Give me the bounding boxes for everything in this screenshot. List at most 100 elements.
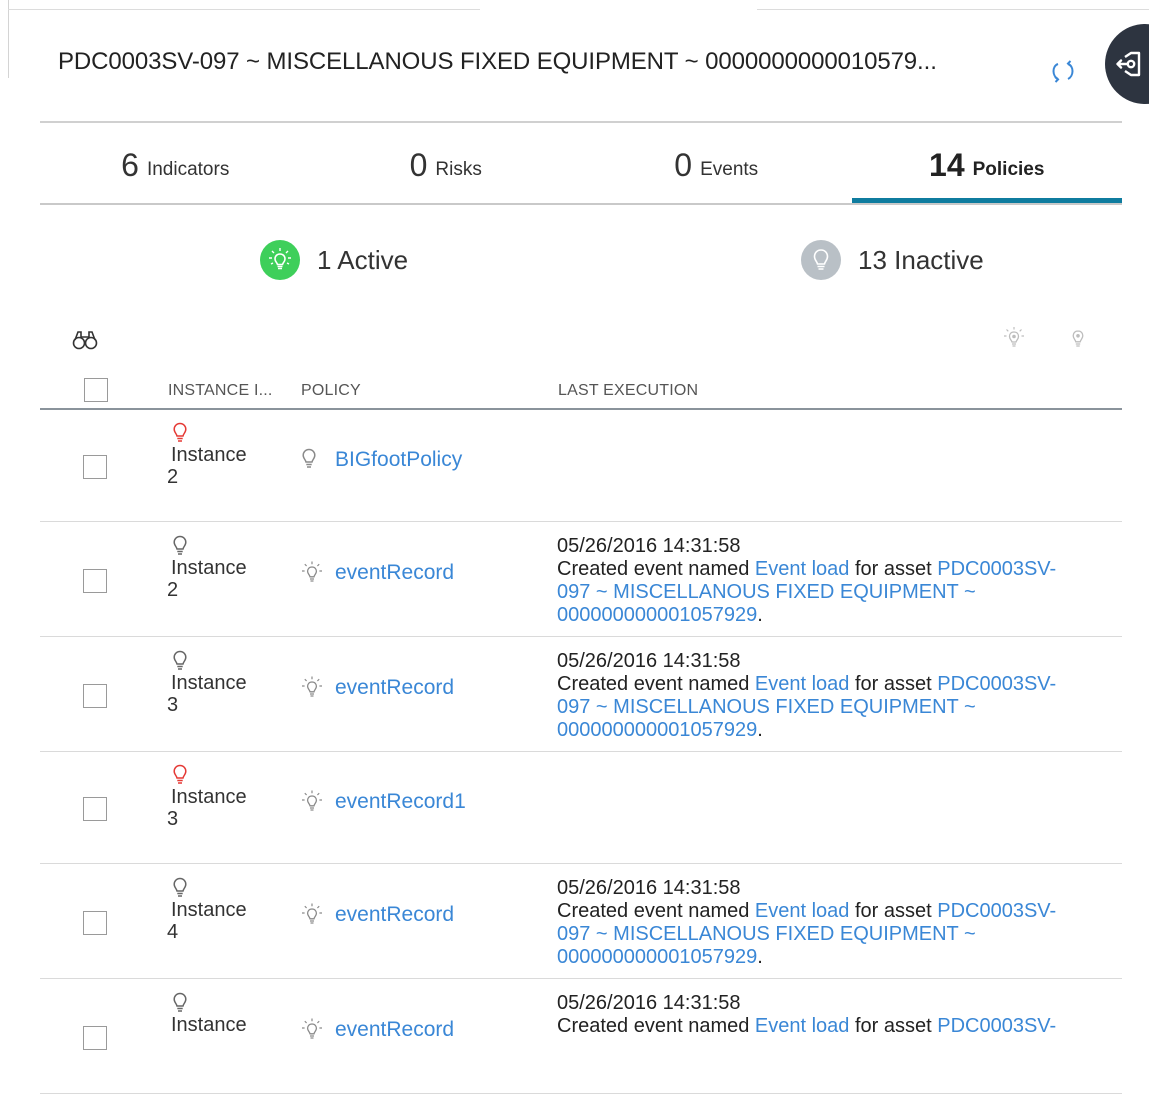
instance-label: Instance: [171, 899, 247, 921]
asset-link[interactable]: 097 ~ MISCELLANOUS FIXED EQUIPMENT ~: [557, 923, 976, 945]
instance-number: 3: [167, 694, 179, 716]
table-row[interactable]: Instance 3 eventRecord 05/26/2016 14:31:58 C…: [40, 637, 1122, 752]
policy-link[interactable]: BIGfootPolicy: [335, 448, 462, 472]
execution-message: Created event named Event load for asset…: [557, 558, 1105, 627]
instance-label: Instance: [171, 444, 247, 466]
row-checkbox[interactable]: [83, 569, 107, 593]
instance-label: Instance: [171, 786, 247, 808]
instance-number: 2: [167, 466, 179, 488]
tab-indicators[interactable]: 6 Indicators: [40, 123, 311, 205]
asset-link[interactable]: 097 ~ MISCELLANOUS FIXED EQUIPMENT ~: [557, 581, 976, 603]
policy-link[interactable]: eventRecord: [335, 561, 454, 585]
bulb-red-icon: [172, 764, 247, 786]
table-row[interactable]: Instance 4 eventRecord 05/26/2016 14:31:58 C…: [40, 864, 1122, 979]
asset-link[interactable]: 000000000001057929: [557, 946, 757, 968]
table-row[interactable]: Instance 2 eventRecord 05/26/2016 14:31:58 C…: [40, 522, 1122, 637]
message-text: for asset: [849, 900, 938, 922]
active-policies-filter[interactable]: 1 Active: [260, 240, 408, 280]
tab-risks[interactable]: 0 Risks: [311, 123, 582, 205]
page-title: PDC0003SV-097 ~ MISCELLANOUS FIXED EQUIP…: [58, 48, 937, 75]
bulb-lit-icon: [301, 790, 323, 814]
instance-cell: Instance 3: [167, 650, 247, 716]
asset-link[interactable]: PDC0003SV-: [937, 900, 1056, 922]
tab-count: 6: [121, 147, 139, 183]
table-header: INSTANCE I... POLICY LAST EXECUTION: [40, 372, 1122, 410]
asset-link[interactable]: PDC0003SV-: [937, 1015, 1056, 1037]
last-execution-cell: 05/26/2016 14:31:58 Created event named E…: [557, 992, 1105, 1038]
column-header-policy[interactable]: POLICY: [301, 382, 361, 400]
last-execution-cell: 05/26/2016 14:31:58 Created event named E…: [557, 535, 1105, 627]
message-text: for asset: [849, 558, 938, 580]
inactive-count-label: 13 Inactive: [858, 244, 984, 275]
tab-count: 0: [409, 147, 428, 183]
instance-cell: Instance 4: [167, 877, 247, 943]
policy-cell: eventRecord: [301, 676, 454, 700]
row-checkbox[interactable]: [83, 455, 107, 479]
row-checkbox[interactable]: [83, 684, 107, 708]
bulb-lit-icon: [301, 903, 323, 927]
refresh-icon[interactable]: [1049, 60, 1077, 84]
execution-message: Created event named Event load for asset…: [557, 900, 1105, 969]
message-text: Created event named: [557, 558, 755, 580]
binoculars-icon[interactable]: [72, 329, 98, 356]
inactive-policies-filter[interactable]: 13 Inactive: [801, 240, 984, 280]
active-bulb-icon: [260, 240, 300, 280]
row-checkbox[interactable]: [83, 911, 107, 935]
exit-panel-button[interactable]: [1105, 24, 1149, 104]
asset-link[interactable]: PDC0003SV-: [937, 673, 1056, 695]
tab-label: Risks: [435, 159, 482, 180]
table-row[interactable]: Instance eventRecord 05/26/2016 14:31:58 Cr…: [40, 979, 1122, 1094]
asset-link[interactable]: PDC0003SV-: [937, 558, 1056, 580]
execution-timestamp: 05/26/2016 14:31:58: [557, 650, 741, 672]
row-checkbox[interactable]: [83, 797, 107, 821]
execution-message: Created event named Event load for asset…: [557, 673, 1105, 742]
message-text: Created event named: [557, 673, 755, 695]
instance-cell: Instance 2: [167, 422, 247, 488]
execution-timestamp: 05/26/2016 14:31:58: [557, 877, 741, 899]
event-link[interactable]: Event load: [755, 1015, 850, 1037]
tabs-divider: [40, 203, 1122, 205]
tab-label: Events: [700, 159, 759, 180]
bulb-grey-icon: [172, 992, 247, 1014]
instance-label: Instance: [171, 1014, 247, 1036]
event-link[interactable]: Event load: [755, 558, 850, 580]
deactivate-policy-icon[interactable]: [1068, 326, 1088, 357]
message-text: for asset: [849, 1015, 938, 1037]
bulb-grey-icon: [172, 535, 247, 557]
policy-cell: eventRecord: [301, 903, 454, 927]
policy-link[interactable]: eventRecord1: [335, 790, 466, 814]
inactive-bulb-icon: [801, 240, 841, 280]
instance-label: Instance: [171, 557, 247, 579]
row-checkbox[interactable]: [83, 1026, 107, 1050]
active-count-label: 1 Active: [317, 244, 409, 275]
asset-link[interactable]: 000000000001057929: [557, 604, 757, 626]
activate-policy-icon[interactable]: [1002, 326, 1026, 357]
bulb-grey-icon: [172, 877, 247, 899]
tab-count: 14: [929, 147, 965, 183]
execution-timestamp: 05/26/2016 14:31:58: [557, 992, 741, 1014]
event-link[interactable]: Event load: [755, 673, 850, 695]
policy-link[interactable]: eventRecord: [335, 903, 454, 927]
tab-label: Indicators: [146, 159, 230, 180]
instance-number: 4: [167, 921, 179, 943]
instance-cell: Instance 3: [167, 764, 247, 830]
execution-timestamp: 05/26/2016 14:31:58: [557, 535, 741, 557]
asset-link[interactable]: 097 ~ MISCELLANOUS FIXED EQUIPMENT ~: [557, 696, 976, 718]
policy-link[interactable]: eventRecord: [335, 1018, 454, 1042]
table-row[interactable]: Instance 3 eventRecord1: [40, 752, 1122, 864]
table-row[interactable]: Instance 2 BIGfootPolicy: [40, 410, 1122, 522]
column-header-last-execution[interactable]: LAST EXECUTION: [558, 382, 698, 400]
select-all-checkbox[interactable]: [84, 378, 108, 402]
tab-events[interactable]: 0 Events: [581, 123, 852, 205]
instance-cell: Instance: [167, 992, 247, 1036]
tab-count: 0: [674, 147, 693, 183]
event-link[interactable]: Event load: [755, 900, 850, 922]
tab-policies[interactable]: 14 Policies: [851, 123, 1123, 205]
column-header-instance[interactable]: INSTANCE I...: [168, 382, 273, 400]
execution-message: Created event named Event load for asset…: [557, 1015, 1105, 1038]
policy-link[interactable]: eventRecord: [335, 676, 454, 700]
policy-cell: BIGfootPolicy: [301, 448, 462, 472]
message-end: .: [757, 946, 763, 968]
panel-exit-icon: [1116, 51, 1141, 77]
asset-link[interactable]: 000000000001057929: [557, 719, 757, 741]
